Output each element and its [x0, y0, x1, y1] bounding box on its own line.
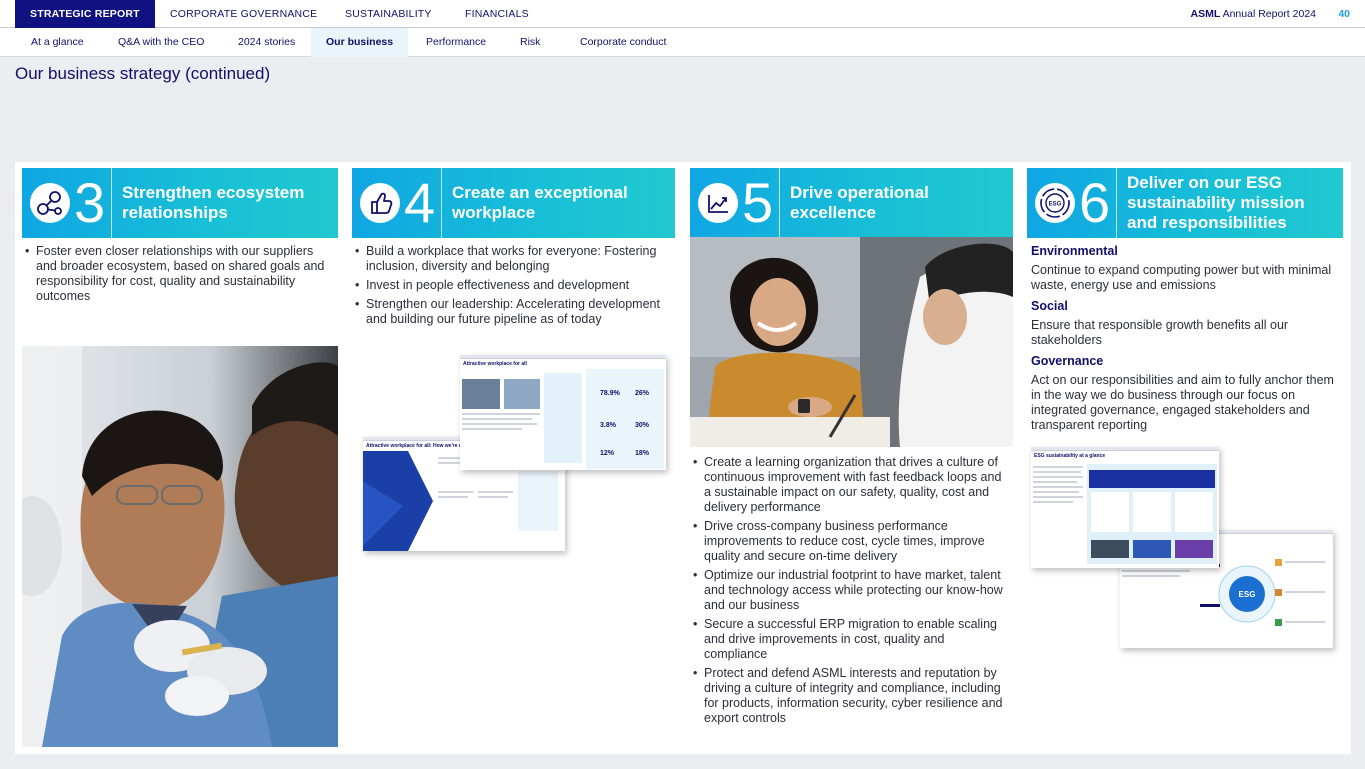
strategy-bullets: Build a workplace that works for everyon…	[352, 244, 675, 327]
network-nodes-icon	[30, 183, 70, 223]
bullet-item: Strengthen our leadership: Accelerating …	[352, 297, 671, 327]
thumbnail-title: ESG sustainability at a glance	[1034, 453, 1106, 459]
esg-sections: Environmental Continue to expand computi…	[1027, 244, 1343, 433]
esg-heading: Governance	[1031, 354, 1104, 368]
page-title: Our business strategy (continued)	[15, 64, 271, 83]
esg-heading: Environmental	[1031, 244, 1118, 258]
brand-name: ASML	[1190, 8, 1221, 20]
header-divider	[441, 168, 442, 238]
report-page-thumbnail[interactable]: ESG sustainability at a glance	[1031, 447, 1219, 568]
bullet-item: Foster even closer relationships with ou…	[22, 244, 332, 304]
bullet-item: Protect and defend ASML interests and re…	[690, 666, 1009, 726]
subnav-at-a-glance[interactable]: At a glance	[31, 28, 84, 57]
bullet-item: Secure a successful ERP migration to ena…	[690, 617, 1009, 662]
strategy-title: Deliver on our ESG sustainability missio…	[1127, 173, 1305, 232]
svg-text:3.8%: 3.8%	[600, 422, 617, 429]
esg-heading: Social	[1031, 299, 1068, 313]
bullet-item: Create a learning organization that driv…	[690, 455, 1009, 515]
strategy-number: 4	[404, 171, 436, 234]
strategy-header-5: 5 Drive operational excellence	[690, 168, 1013, 238]
photo-colleagues-smiling	[690, 237, 1013, 447]
header-divider	[1116, 168, 1117, 238]
bullet-item: Build a workplace that works for everyon…	[352, 244, 671, 274]
strategy-column-4: 4 Create an exceptional workplace Build …	[352, 168, 675, 331]
esg-circle-icon: ESG	[1035, 183, 1075, 223]
top-navigation: STRATEGIC REPORT CORPORATE GOVERNANCE SU…	[0, 0, 1365, 28]
strategy-header-3: 3 Strengthen ecosystem relationships	[22, 168, 338, 238]
esg-governance: Governance Act on our responsibilities a…	[1031, 354, 1341, 433]
esg-text: Continue to expand computing power but w…	[1031, 263, 1332, 292]
report-page-thumbnail[interactable]: Attractive workplace for all 78.9% 26% 3…	[460, 355, 666, 470]
strategy-number: 6	[1079, 171, 1111, 234]
subnav-corporate-conduct[interactable]: Corporate conduct	[580, 28, 666, 57]
subnav-qa-ceo[interactable]: Q&A with the CEO	[118, 28, 204, 57]
topnav-corporate-governance[interactable]: CORPORATE GOVERNANCE	[170, 0, 317, 28]
svg-text:78.9%: 78.9%	[600, 390, 621, 397]
strategy-bullets: Foster even closer relationships with ou…	[22, 244, 338, 304]
strategy-header-4: 4 Create an exceptional workplace	[352, 168, 675, 238]
subnav-2024-stories[interactable]: 2024 stories	[238, 28, 295, 57]
bullet-item: Optimize our industrial footprint to hav…	[690, 568, 1009, 613]
strategy-bullets: Create a learning organization that driv…	[690, 455, 1013, 726]
header-divider	[779, 168, 780, 238]
thumbnail-title: Attractive workplace for all	[463, 361, 527, 367]
subnav-performance[interactable]: Performance	[426, 28, 486, 57]
brand-report-title: ASML Annual Report 2024	[1191, 0, 1317, 29]
strategy-column-5-bullets: Create a learning organization that driv…	[690, 455, 1013, 730]
strategy-column-6: ESG 6 Deliver on our ESG sustainability …	[1027, 168, 1343, 439]
svg-text:12%: 12%	[600, 450, 615, 457]
strategy-number: 5	[742, 171, 774, 234]
strategy-header-6: ESG 6 Deliver on our ESG sustainability …	[1027, 168, 1343, 238]
bullet-item: Invest in people effectiveness and devel…	[352, 278, 671, 293]
topnav-financials[interactable]: FINANCIALS	[465, 0, 529, 28]
section-navigation: At a glance Q&A with the CEO 2024 storie…	[0, 28, 1365, 57]
thumbs-up-icon	[360, 183, 400, 223]
esg-text: Ensure that responsible growth benefits …	[1031, 318, 1289, 347]
svg-text:18%: 18%	[635, 450, 650, 457]
esg-environmental: Environmental Continue to expand computi…	[1031, 244, 1341, 293]
svg-text:26%: 26%	[635, 390, 650, 397]
photo-lab-workers-gloves	[22, 346, 338, 747]
esg-icon-text: ESG	[1049, 202, 1062, 208]
svg-text:30%: 30%	[635, 422, 650, 429]
strategy-title: Drive operational excellence	[790, 183, 929, 222]
strategy-title: Strengthen ecosystem relationships	[122, 183, 305, 222]
topnav-sustainability[interactable]: SUSTAINABILITY	[345, 0, 432, 28]
strategy-column-5: 5 Drive operational excellence	[690, 168, 1013, 238]
page-number: 40	[1338, 8, 1350, 20]
header-divider	[111, 168, 112, 238]
strategy-column-3: 3 Strengthen ecosystem relationships Fos…	[22, 168, 338, 308]
subnav-our-business[interactable]: Our business	[311, 28, 409, 57]
strategy-number: 3	[74, 171, 106, 234]
subnav-risk[interactable]: Risk	[520, 28, 540, 57]
bullet-item: Drive cross-company business performance…	[690, 519, 1009, 564]
esg-badge-text: ESG	[1239, 590, 1256, 599]
topnav-strategic-report[interactable]: STRATEGIC REPORT	[15, 0, 155, 28]
brand-suffix: Annual Report 2024	[1222, 8, 1316, 20]
strategy-title: Create an exceptional workplace	[452, 183, 628, 222]
esg-text: Act on our responsibilities and aim to f…	[1031, 373, 1334, 432]
trend-chart-icon	[698, 183, 738, 223]
esg-social: Social Ensure that responsible growth be…	[1031, 299, 1341, 348]
